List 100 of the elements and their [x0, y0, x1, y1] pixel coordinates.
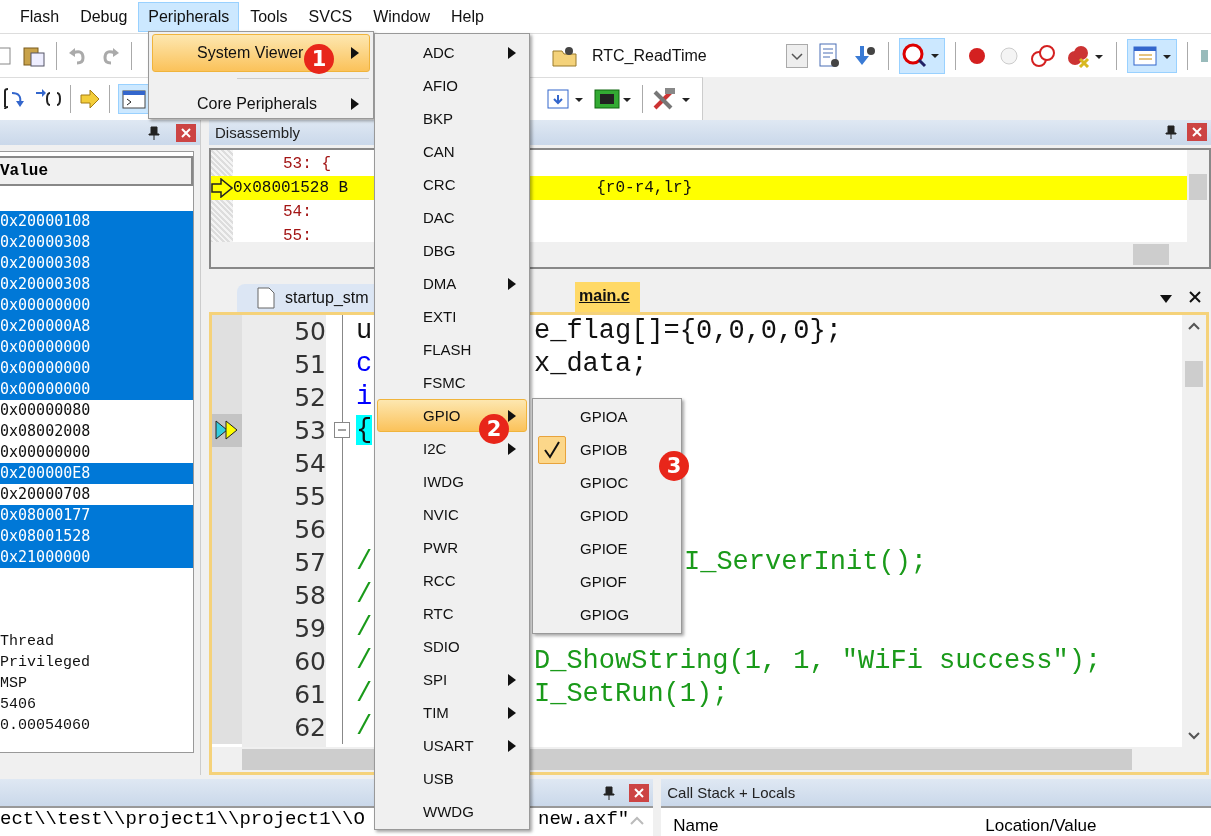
register-value[interactable]: 0x00000080 [0, 400, 193, 421]
disassembly-text: 53: { [282, 153, 331, 175]
pin-icon[interactable] [603, 785, 616, 800]
menu-item[interactable]: AFIO [377, 69, 527, 102]
code-text: { [356, 415, 373, 446]
close-icon[interactable] [1188, 289, 1202, 304]
menu-item[interactable]: ADC [377, 36, 527, 69]
menu-item[interactable]: GPIOE [533, 532, 681, 565]
function-combo[interactable]: RTC_ReadTime [588, 46, 782, 65]
scroll-thumb[interactable] [1185, 360, 1203, 387]
code-text: u [356, 316, 373, 347]
pin-icon[interactable] [1165, 125, 1177, 140]
line-number: 54 [293, 447, 327, 480]
command-window-button[interactable] [118, 84, 150, 114]
register-value[interactable]: 0x08001528 [0, 526, 193, 547]
menu-item[interactable]: BKP [377, 102, 527, 135]
register-value[interactable]: 0x200000E8 [0, 463, 193, 484]
menu-item[interactable]: Help [441, 1, 494, 32]
register-value[interactable]: 0x08002008 [0, 421, 193, 442]
dropdown-button[interactable] [786, 43, 808, 68]
menu-item[interactable]: SDIO [377, 630, 527, 663]
pin-icon[interactable] [148, 125, 160, 140]
menu-item[interactable]: WWDG [377, 795, 527, 828]
step-over-icon[interactable] [2, 87, 26, 111]
code-text: I_SetRun(1); [534, 679, 729, 710]
menu-item[interactable]: RCC [377, 564, 527, 597]
window-layout-button[interactable] [1127, 38, 1177, 73]
checkmark-icon [543, 439, 561, 460]
menu-item[interactable]: CRC [377, 168, 527, 201]
menu-item[interactable]: SPI [377, 663, 527, 696]
register-value[interactable]: 0x08000177 [0, 505, 193, 526]
register-value[interactable]: 0x00000000 [0, 442, 193, 463]
register-value[interactable]: 0x21000000 [0, 547, 193, 568]
register-value[interactable]: 0x00000000 [0, 358, 193, 379]
menu-item[interactable]: DAC [377, 201, 527, 234]
chip-icon[interactable] [594, 87, 634, 111]
file-tab[interactable]: main.c [575, 281, 640, 312]
menu-item[interactable]: USB [377, 762, 527, 795]
code-text: / [356, 646, 373, 677]
menu-item[interactable]: IWDG [377, 465, 527, 498]
menu-item[interactable]: GPIOG [533, 598, 681, 631]
menu-item[interactable]: FSMC [377, 366, 527, 399]
disassembly-text: 55: [282, 225, 312, 242]
menu-item[interactable]: DBG [377, 234, 527, 267]
menu-item[interactable]: Peripherals [138, 1, 240, 32]
menu-item[interactable]: FLASH [377, 333, 527, 366]
scroll-up-icon[interactable] [1187, 320, 1201, 331]
column-header[interactable]: Name [661, 816, 974, 836]
scroll-down-icon[interactable] [1187, 731, 1201, 741]
tools-icon[interactable] [651, 86, 693, 112]
menu-item[interactable]: NVIC [377, 498, 527, 531]
menu-item[interactable]: Debug [70, 1, 138, 32]
menu-item[interactable]: GPIOF [533, 565, 681, 598]
step-badge: 2 [479, 414, 509, 444]
line-number: 61 [293, 678, 327, 711]
menu-item[interactable]: USART [377, 729, 527, 762]
menu-item[interactable]: PWR [377, 531, 527, 564]
dropdown-icon[interactable] [1159, 293, 1173, 304]
menu-item[interactable]: TIM [377, 696, 527, 729]
menu-item[interactable]: GPIOD [533, 499, 681, 532]
register-value[interactable]: 0x20000308 [0, 253, 193, 274]
disassembly-operands: {r0-r4,lr} [596, 177, 693, 199]
submenu-arrow-icon [508, 442, 516, 455]
window-arrow-icon[interactable] [546, 87, 586, 111]
two-circles-icon[interactable] [1030, 43, 1056, 68]
code-text: / [356, 679, 373, 710]
debug-view-button[interactable] [899, 37, 945, 74]
disassembly-text: 54: [282, 201, 312, 223]
menu-item[interactable]: Flash [10, 1, 70, 32]
menu-item[interactable]: Window [363, 1, 441, 32]
remove-breakpoints-icon[interactable] [1066, 43, 1106, 68]
register-value[interactable]: 0x20000308 [0, 274, 193, 295]
column-header[interactable]: Value [0, 156, 193, 186]
register-value: 0.00054060 [0, 716, 91, 736]
register-value[interactable]: 0x20000308 [0, 232, 193, 253]
register-value[interactable]: 0x00000000 [0, 337, 193, 358]
submenu-arrow-icon [351, 47, 359, 59]
arrow-icon[interactable] [79, 88, 101, 110]
menu-item[interactable]: RTC [377, 597, 527, 630]
menu-item[interactable]: CAN [377, 135, 527, 168]
register-value[interactable]: 0x00000000 [0, 379, 193, 400]
menu-item[interactable]: Tools [240, 1, 298, 32]
vertical-scrollbar[interactable] [1182, 314, 1206, 747]
register-value[interactable]: 0x20000108 [0, 211, 193, 232]
column-header[interactable]: Location/Value [973, 816, 1211, 836]
menu-item[interactable]: SVCS [298, 1, 363, 32]
register-value[interactable]: 0x00000000 [0, 295, 193, 316]
command-output: ect\\test\\project1\\project1\\O [0, 808, 365, 830]
find-document-icon[interactable] [818, 42, 842, 69]
menu-item[interactable]: GPIOA [533, 400, 681, 433]
command-output: new.axf" [538, 808, 630, 830]
menu-item[interactable]: Core Peripherals [152, 85, 370, 123]
register-value[interactable]: 0x200000A8 [0, 316, 193, 337]
submenu-arrow-icon [508, 277, 516, 290]
submenu-arrow-icon [508, 673, 516, 686]
code-text: / [356, 580, 373, 611]
vertical-scrollbar[interactable] [1187, 149, 1209, 242]
collapse-icon[interactable] [334, 422, 350, 439]
register-value[interactable]: 0x20000708 [0, 484, 193, 505]
step-badge: 3 [659, 451, 689, 481]
